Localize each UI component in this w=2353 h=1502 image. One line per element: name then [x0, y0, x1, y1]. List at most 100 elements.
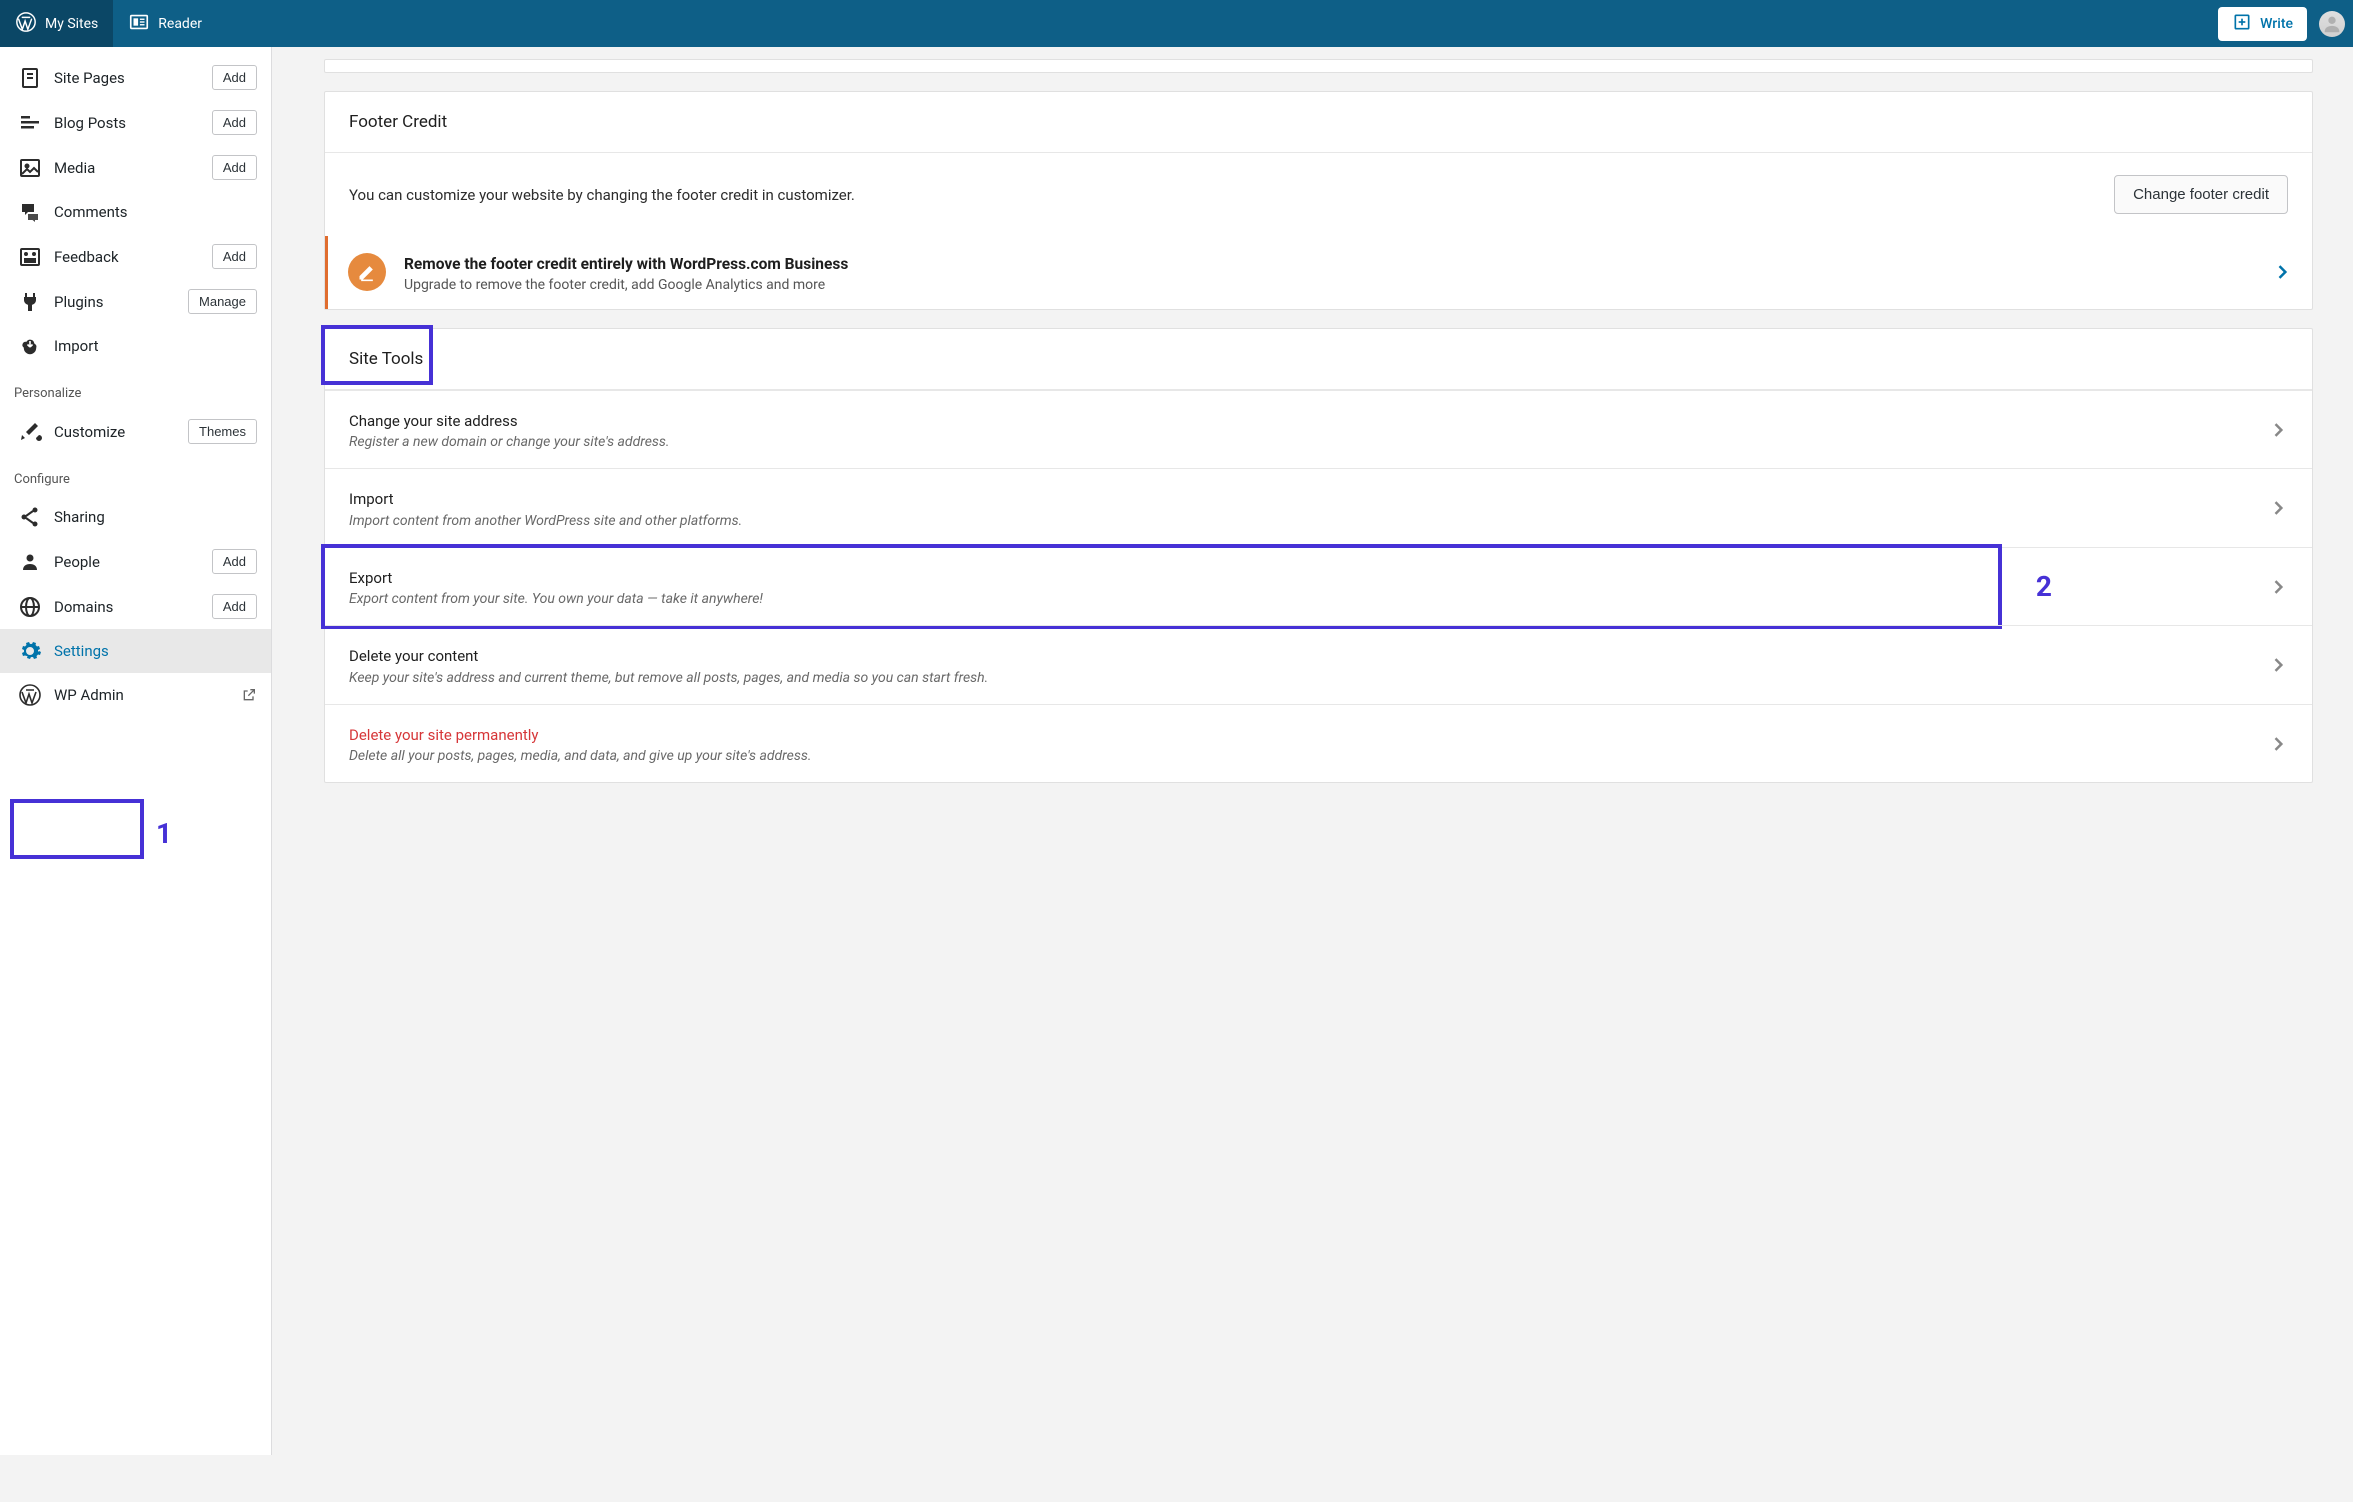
chevron-right-icon [2272, 262, 2292, 282]
tool-text: Export Export content from your site. Yo… [349, 566, 2248, 608]
tool-sub: Register a new domain or change your sit… [349, 434, 2248, 450]
import-icon [18, 334, 42, 358]
posts-icon [18, 111, 42, 135]
feedback-icon [18, 245, 42, 269]
themes-button[interactable]: Themes [188, 419, 257, 444]
upsell-title: Remove the footer credit entirely with W… [404, 252, 2254, 277]
sidebar-item-blog-posts[interactable]: Blog Posts Add [0, 100, 271, 145]
sidebar-heading-configure: Configure [0, 454, 271, 495]
tool-text: Import Import content from another WordP… [349, 487, 2248, 529]
comments-icon [18, 200, 42, 224]
chevron-right-icon [2268, 420, 2288, 440]
tool-sub: Delete all your posts, pages, media, and… [349, 748, 2248, 764]
tool-title: Change your site address [349, 409, 2248, 435]
write-icon [2232, 12, 2252, 36]
add-button[interactable]: Add [212, 549, 257, 574]
tool-text: Change your site address Register a new … [349, 409, 2248, 451]
sidebar-item-label: Domains [54, 598, 200, 616]
tool-row-delete-site[interactable]: Delete your site permanently Delete all … [325, 704, 2312, 783]
sidebar-item-label: Settings [54, 642, 257, 660]
sidebar-item-label: Blog Posts [54, 114, 200, 132]
sidebar-item-people[interactable]: People Add [0, 539, 271, 584]
chevron-right-icon [2268, 734, 2288, 754]
annotation-number-1: 1 [156, 817, 172, 850]
tool-sub: Import content from another WordPress si… [349, 513, 2248, 529]
sidebar-item-label: WP Admin [54, 686, 229, 704]
footer-credit-text: You can customize your website by changi… [349, 186, 2094, 204]
chevron-right-icon [2268, 498, 2288, 518]
add-button[interactable]: Add [212, 594, 257, 619]
reader-icon [128, 11, 150, 37]
page-icon [18, 66, 42, 90]
masterbar-my-sites[interactable]: My Sites [0, 0, 113, 47]
sidebar: Site Pages Add Blog Posts Add Media Add … [0, 47, 272, 1455]
chevron-right-icon [2268, 655, 2288, 675]
media-icon [18, 156, 42, 180]
tool-text: Delete your site permanently Delete all … [349, 723, 2248, 765]
sidebar-item-comments[interactable]: Comments [0, 190, 271, 234]
sidebar-item-label: Plugins [54, 293, 176, 311]
customize-icon [18, 420, 42, 444]
wordpress-icon [18, 683, 42, 707]
change-footer-credit-button[interactable]: Change footer credit [2114, 175, 2288, 214]
sidebar-item-import[interactable]: Import [0, 324, 271, 368]
sharing-icon [18, 505, 42, 529]
upsell-badge-icon [348, 253, 386, 291]
main-content: Footer Credit You can customize your web… [284, 47, 2353, 1455]
tool-title: Delete your content [349, 644, 2248, 670]
tool-title: Import [349, 487, 2248, 513]
sidebar-item-label: Customize [54, 423, 176, 441]
sidebar-item-label: Import [54, 337, 257, 355]
masterbar-reader-label: Reader [158, 16, 202, 32]
add-button[interactable]: Add [212, 65, 257, 90]
tool-text: Delete your content Keep your site's add… [349, 644, 2248, 686]
add-button[interactable]: Add [212, 244, 257, 269]
tool-row-import[interactable]: Import Import content from another WordP… [325, 468, 2312, 547]
sidebar-item-customize[interactable]: Customize Themes [0, 409, 271, 454]
annotation-box-1 [10, 799, 144, 859]
upsell-text: Remove the footer credit entirely with W… [404, 252, 2254, 293]
user-avatar[interactable] [2319, 11, 2345, 37]
chevron-right-icon [2268, 577, 2288, 597]
write-label: Write [2260, 16, 2293, 32]
footer-credit-header: Footer Credit [325, 92, 2312, 153]
add-button[interactable]: Add [212, 155, 257, 180]
upsell-banner[interactable]: Remove the footer credit entirely with W… [325, 236, 2312, 309]
sidebar-item-label: Media [54, 159, 200, 177]
sidebar-item-media[interactable]: Media Add [0, 145, 271, 190]
wordpress-logo-icon [15, 11, 37, 37]
sidebar-item-feedback[interactable]: Feedback Add [0, 234, 271, 279]
tool-sub: Export content from your site. You own y… [349, 591, 2248, 607]
tool-row-delete-content[interactable]: Delete your content Keep your site's add… [325, 625, 2312, 704]
tool-row-change-address[interactable]: Change your site address Register a new … [325, 390, 2312, 469]
masterbar-reader[interactable]: Reader [113, 0, 217, 47]
sidebar-heading-personalize: Personalize [0, 368, 271, 409]
sidebar-item-wp-admin[interactable]: WP Admin [0, 673, 271, 717]
site-tools-header-wrap: Site Tools [325, 329, 2312, 390]
sidebar-item-sharing[interactable]: Sharing [0, 495, 271, 539]
manage-button[interactable]: Manage [188, 289, 257, 314]
tool-row-export[interactable]: Export Export content from your site. Yo… [325, 547, 2312, 626]
add-button[interactable]: Add [212, 110, 257, 135]
tool-title: Export [349, 566, 2248, 592]
masterbar-my-sites-label: My Sites [45, 16, 98, 32]
sidebar-item-label: People [54, 553, 200, 571]
site-tools-header: Site Tools [349, 349, 423, 369]
masterbar: My Sites Reader Write [0, 0, 2353, 47]
sidebar-item-domains[interactable]: Domains Add [0, 584, 271, 629]
domains-icon [18, 595, 42, 619]
tool-sub: Keep your site's address and current the… [349, 670, 2248, 686]
sidebar-item-site-pages[interactable]: Site Pages Add [0, 55, 271, 100]
sidebar-item-plugins[interactable]: Plugins Manage [0, 279, 271, 324]
sidebar-item-settings[interactable]: Settings [0, 629, 271, 673]
gear-icon [18, 639, 42, 663]
people-icon [18, 550, 42, 574]
sidebar-item-label: Comments [54, 203, 257, 221]
site-tools-card: Site Tools Change your site address Regi… [324, 328, 2313, 784]
masterbar-right: Write [2218, 0, 2353, 47]
footer-credit-body: You can customize your website by changi… [325, 153, 2312, 236]
sidebar-item-label: Sharing [54, 508, 257, 526]
plugin-icon [18, 290, 42, 314]
write-button[interactable]: Write [2218, 7, 2307, 41]
external-link-icon [241, 687, 257, 703]
